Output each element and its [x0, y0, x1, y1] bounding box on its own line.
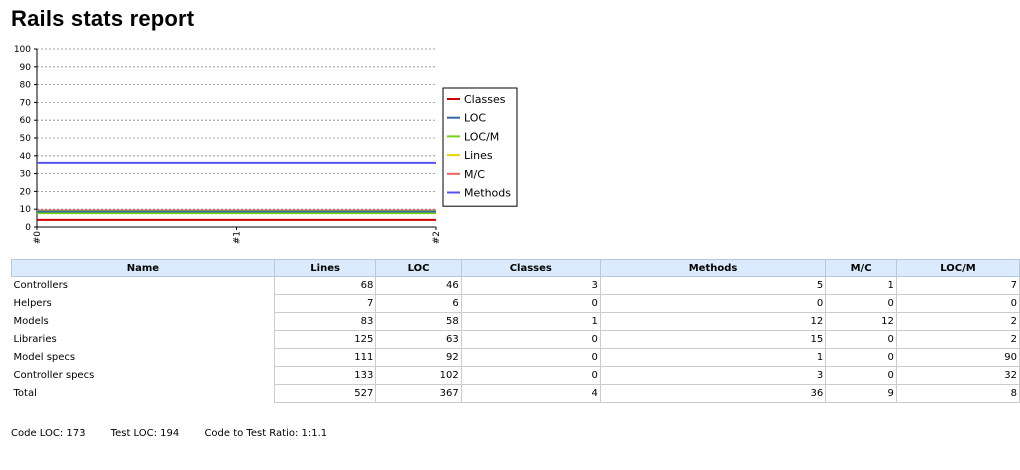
methods-cell: 3	[599, 366, 826, 385]
column-header-classes: Classes	[460, 259, 601, 277]
table-header-row: Name Lines LOC Classes Methods M/C LOC/M	[11, 259, 1020, 277]
column-header-lines: Lines	[273, 259, 377, 277]
loc-per-m-cell: 0	[895, 294, 1020, 313]
y-tick-label: 70	[20, 98, 32, 108]
y-tick-label: 100	[14, 45, 31, 55]
table-row: Models 83 58 1 12 12 2	[12, 312, 1020, 331]
table-row: Helpers 7 6 0 0 0 0	[12, 294, 1020, 313]
methods-cell: 0	[599, 294, 826, 313]
m-per-c-cell: 9	[825, 384, 897, 403]
legend-label: Methods	[464, 187, 511, 200]
methods-cell: 15	[599, 330, 826, 349]
classes-cell: 1	[460, 312, 601, 331]
classes-cell: 0	[460, 330, 601, 349]
stats-report-page: Rails stats report 0 10 20 30 40 50 60 70 80 90 10…	[0, 0, 1020, 470]
column-header-methods: Methods	[599, 259, 827, 277]
methods-cell: 36	[599, 384, 826, 403]
y-tick-label: 0	[25, 223, 31, 233]
stats-line-chart: 0 10 20 30 40 50 60 70 80 90 100 #0 #1 #2 Classes LOC LO…	[14, 45, 518, 245]
lines-cell: 7	[273, 294, 376, 313]
classes-cell: 0	[460, 348, 601, 367]
classes-cell: 4	[460, 384, 601, 403]
y-tick-label: 40	[20, 152, 32, 162]
loc-cell: 92	[375, 348, 462, 367]
y-tick-label: 30	[20, 170, 32, 180]
m-per-c-cell: 0	[825, 348, 897, 367]
m-per-c-cell: 12	[825, 312, 897, 331]
x-tick-label: #2	[432, 231, 442, 244]
y-tick-label: 50	[20, 134, 32, 144]
table-row: Libraries 125 63 0 15 0 2	[12, 330, 1020, 349]
lines-cell: 527	[273, 384, 376, 403]
loc-per-m-cell: 2	[895, 312, 1020, 331]
m-per-c-cell: 1	[825, 276, 897, 295]
legend-label: Lines	[464, 149, 493, 162]
legend-label: LOC/M	[464, 130, 499, 143]
column-header-m-per-c: M/C	[825, 259, 897, 277]
column-header-name: Name	[11, 259, 275, 277]
loc-cell: 6	[375, 294, 462, 313]
row-name-cell: Model specs	[13, 352, 76, 363]
loc-cell: 46	[375, 276, 462, 295]
lines-cell: 68	[273, 276, 376, 295]
loc-per-m-cell: 7	[895, 276, 1020, 295]
lines-cell: 133	[273, 366, 376, 385]
lines-cell: 125	[273, 330, 376, 349]
lines-cell: 111	[273, 348, 376, 367]
classes-cell: 0	[460, 366, 601, 385]
m-per-c-cell: 0	[825, 294, 897, 313]
y-tick-label: 90	[20, 63, 32, 73]
loc-cell: 367	[375, 384, 462, 403]
methods-cell: 5	[599, 276, 826, 295]
y-tick-label: 60	[20, 116, 32, 126]
column-header-loc-per-m: LOC/M	[895, 259, 1020, 277]
loc-per-m-cell: 90	[895, 348, 1020, 367]
row-name-cell: Controllers	[13, 280, 68, 292]
lines-cell: 83	[273, 312, 376, 331]
summary-line: Code LOC: 173 Test LOC: 194 Code to Test…	[11, 428, 349, 439]
x-tick-label: #0	[33, 231, 43, 245]
code-loc-summary: Code LOC: 173	[11, 428, 86, 439]
column-header-loc: LOC	[375, 259, 462, 277]
table-total-row: Total 527 367 4 36 9 8	[12, 384, 1020, 403]
legend-label: LOC	[464, 112, 486, 125]
loc-per-m-cell: 8	[895, 384, 1020, 403]
test-loc-summary: Test LOC: 194	[110, 428, 180, 439]
table-row: Model specs 111 92 0 1 0 90	[12, 348, 1020, 367]
row-name-cell: Models	[13, 316, 49, 327]
loc-cell: 63	[375, 330, 462, 349]
row-name-cell: Helpers	[13, 298, 52, 309]
loc-cell: 102	[375, 366, 462, 385]
m-per-c-cell: 0	[825, 366, 897, 385]
loc-cell: 58	[375, 312, 462, 331]
classes-cell: 0	[460, 294, 601, 313]
legend-label: M/C	[464, 168, 485, 181]
y-tick-label: 20	[20, 187, 32, 197]
loc-per-m-cell: 32	[895, 366, 1020, 385]
table-row: Controllers 68 46 3 5 1 7	[12, 276, 1020, 295]
y-tick-label: 80	[20, 81, 32, 91]
y-tick-label: 10	[20, 205, 32, 215]
code-to-test-ratio: Code to Test Ratio: 1:1.1	[204, 428, 328, 439]
stats-table: Name Lines LOC Classes Methods M/C LOC/M…	[11, 259, 1020, 403]
row-name-cell: Libraries	[13, 334, 57, 345]
m-per-c-cell: 0	[825, 330, 897, 349]
x-tick-label: #1	[233, 231, 243, 244]
classes-cell: 3	[460, 276, 601, 295]
loc-per-m-cell: 2	[895, 330, 1020, 349]
methods-cell: 1	[599, 348, 826, 367]
methods-cell: 12	[599, 312, 826, 331]
row-name-cell: Controller specs	[13, 370, 95, 381]
row-name-cell: Total	[13, 388, 37, 399]
page-title: Rails stats report	[11, 6, 195, 31]
table-row: Controller specs 133 102 0 3 0 32	[12, 366, 1020, 385]
legend-label: Classes	[464, 93, 506, 106]
